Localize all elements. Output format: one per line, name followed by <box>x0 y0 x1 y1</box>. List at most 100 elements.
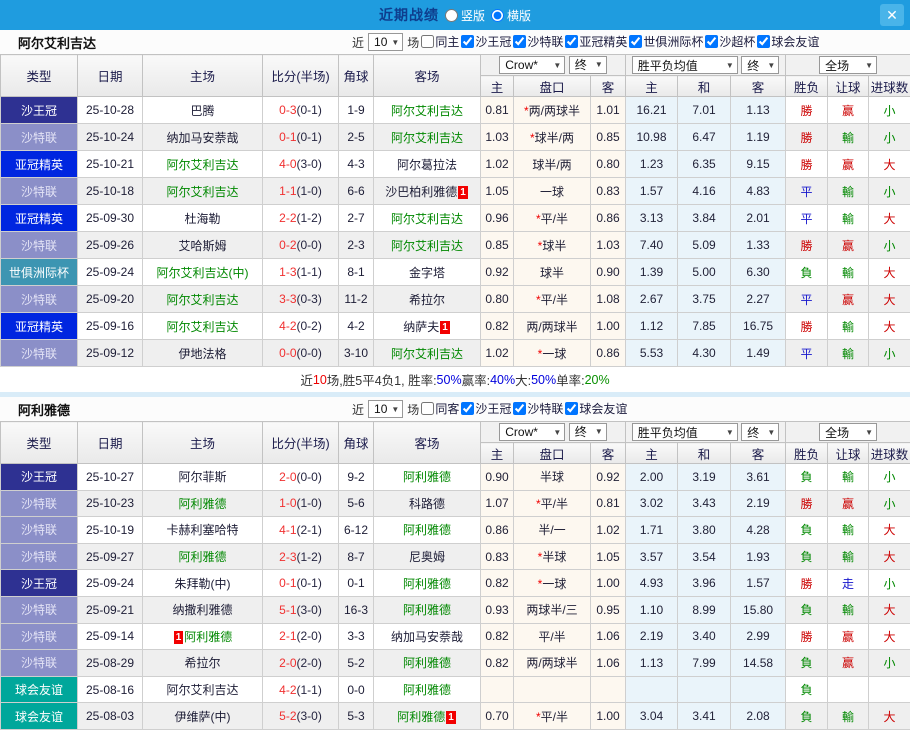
team-link[interactable]: 阿尔艾利吉达 <box>166 158 238 172</box>
checkbox-icon[interactable] <box>461 35 475 48</box>
team-link[interactable]: 阿利雅德 <box>403 603 451 617</box>
team-link[interactable]: 阿利雅德 <box>403 523 451 537</box>
match-count-select[interactable]: 10 ▼ <box>368 33 404 51</box>
checkbox-icon[interactable] <box>629 35 643 48</box>
date-cell: 25-10-28 <box>77 96 143 124</box>
team-link[interactable]: 希拉尔 <box>184 656 220 670</box>
team-link[interactable]: 阿利雅德 <box>397 710 445 724</box>
checkbox-icon[interactable] <box>513 35 527 48</box>
scope-select[interactable]: 全场 ▼ <box>819 423 878 441</box>
view-horizontal-radio[interactable]: 横版 <box>491 7 531 24</box>
filter-checkbox-沙王冠[interactable]: 沙王冠 <box>461 33 511 50</box>
avg-home-cell: 10.98 <box>625 123 679 151</box>
team-link[interactable]: 纳撒利雅德 <box>172 603 232 617</box>
home-team-cell: 纳撒利雅德 <box>142 595 263 624</box>
odds-period-select[interactable]: 终 ▼ <box>568 55 607 74</box>
result-goals-cell: 大 <box>868 204 910 232</box>
filter-checkbox-同客[interactable]: 同客 <box>421 400 459 417</box>
team-link[interactable]: 阿利雅德 <box>403 683 451 697</box>
checkbox-icon[interactable] <box>421 35 435 48</box>
team-link[interactable]: 阿利雅德 <box>178 550 226 564</box>
away-odds-cell: 0.86 <box>589 204 627 232</box>
team-link[interactable]: 朱拜勒(中) <box>175 577 231 591</box>
team-link[interactable]: 杜海勒 <box>184 212 220 226</box>
team-link[interactable]: 阿利雅德 <box>403 577 451 591</box>
radio-icon[interactable] <box>491 8 504 22</box>
team-link[interactable]: 阿利雅德 <box>403 470 451 484</box>
team-link[interactable]: 阿尔艾利吉达 <box>391 104 463 118</box>
home-team-cell: 阿尔菲斯 <box>142 463 263 491</box>
team-link[interactable]: 金字塔 <box>409 266 445 280</box>
checkbox-icon[interactable] <box>421 402 435 415</box>
filter-checkbox-沙特联[interactable]: 沙特联 <box>513 400 563 417</box>
team-link[interactable]: 阿尔艾利吉达 <box>166 185 238 199</box>
view-vertical-radio[interactable]: 竖版 <box>444 7 485 24</box>
team-link[interactable]: 伊地法格 <box>178 347 226 361</box>
checkbox-icon[interactable] <box>461 402 475 415</box>
chevron-down-icon: ▼ <box>391 37 400 47</box>
team-link[interactable]: 纳萨夫 <box>403 320 439 334</box>
checkbox-icon[interactable] <box>565 402 579 415</box>
avg-period-select[interactable]: 终 ▼ <box>741 56 780 74</box>
filter-checkbox-亚冠精英[interactable]: 亚冠精英 <box>565 33 627 50</box>
team-link[interactable]: 阿利雅德 <box>184 630 232 644</box>
team-link[interactable]: 纳加马安萘哉 <box>166 131 238 145</box>
score-cell: 0-1(0-1) <box>262 569 339 597</box>
team-link[interactable]: 纳加马安萘哉 <box>391 630 463 644</box>
match-table: 类型 日期 主场 比分(半场) 角球 客场 Crow* ▼ 终 ▼ 胜平负均值 ▼ 终… <box>0 54 910 367</box>
avg-period-select[interactable]: 终 ▼ <box>741 423 780 441</box>
checkbox-icon[interactable] <box>565 35 579 48</box>
team-link[interactable]: 阿尔葛拉法 <box>397 158 457 172</box>
bookmaker-select[interactable]: Crow* ▼ <box>499 56 566 75</box>
filter-checkbox-沙超杯[interactable]: 沙超杯 <box>705 33 755 50</box>
team-link[interactable]: 沙巴柏利雅德 <box>385 185 457 199</box>
bookmaker-select[interactable]: Crow* ▼ <box>499 423 566 442</box>
team-link[interactable]: 阿尔艾利吉达 <box>391 347 463 361</box>
team-link[interactable]: 希拉尔 <box>409 293 445 307</box>
team-link[interactable]: 科路德 <box>409 497 445 511</box>
handicap-cell: *半球 <box>513 542 591 571</box>
filter-checkbox-球会友谊[interactable]: 球会友谊 <box>757 33 819 50</box>
filter-checkbox-球会友谊[interactable]: 球会友谊 <box>565 400 627 417</box>
avg-away-cell: 2.27 <box>730 285 787 313</box>
team-link[interactable]: 阿利雅德 <box>403 656 451 670</box>
date-cell: 25-09-24 <box>77 258 143 286</box>
team-link[interactable]: 阿尔艾利吉达 <box>391 239 463 253</box>
avg-draw-cell: 6.47 <box>677 123 732 151</box>
close-button[interactable]: ✕ <box>880 4 904 26</box>
team-link[interactable]: 艾哈斯姆 <box>178 239 226 253</box>
avg-select[interactable]: 胜平负均值 ▼ <box>631 423 738 441</box>
score-cell: 0-3(0-1) <box>262 96 339 124</box>
filter-checkbox-世俱洲际杯[interactable]: 世俱洲际杯 <box>629 33 703 50</box>
team-link[interactable]: 尼奥姆 <box>409 550 445 564</box>
date-cell: 25-09-30 <box>77 204 143 232</box>
checkbox-icon[interactable] <box>513 402 527 415</box>
filter-checkbox-同主[interactable]: 同主 <box>421 33 459 50</box>
radio-icon[interactable] <box>444 8 458 22</box>
result-goals-cell <box>868 675 910 704</box>
team-section: 阿尔艾利吉达 近 10 ▼ 场 同主 沙王冠 沙特联 亚冠精英 世俱洲际杯 沙超杯 球会友谊 … <box>0 30 910 392</box>
scope-select[interactable]: 全场 ▼ <box>819 56 878 74</box>
odds-period-select[interactable]: 终 ▼ <box>568 422 607 441</box>
team-link[interactable]: 巴腾 <box>190 104 214 118</box>
filter-checkbox-沙王冠[interactable]: 沙王冠 <box>461 400 511 417</box>
team-link[interactable]: 阿尔艾利吉达 <box>166 320 238 334</box>
team-link[interactable]: 阿利雅德 <box>178 497 226 511</box>
team-link[interactable]: 阿尔艾利吉达 <box>391 131 463 145</box>
match-count-select[interactable]: 10 ▼ <box>368 400 404 418</box>
checkbox-icon[interactable] <box>705 35 719 48</box>
checkbox-icon[interactable] <box>757 35 771 48</box>
team-link[interactable]: 阿尔艾利吉达 <box>391 212 463 226</box>
avg-select[interactable]: 胜平负均值 ▼ <box>631 56 738 74</box>
team-link[interactable]: 阿尔艾利吉达(中) <box>157 266 249 280</box>
team-link[interactable]: 阿尔菲斯 <box>178 470 226 484</box>
avg-away-cell: 3.61 <box>730 463 787 491</box>
scope-group-header: 全场 ▼ <box>785 54 910 76</box>
result-handicap-cell: 赢 <box>827 231 870 259</box>
chevron-down-icon: ▼ <box>865 427 874 437</box>
team-link[interactable]: 阿尔艾利吉达 <box>166 683 238 697</box>
team-link[interactable]: 卡赫利塞哈特 <box>166 523 238 537</box>
team-link[interactable]: 伊维萨(中) <box>175 710 231 724</box>
team-link[interactable]: 阿尔艾利吉达 <box>166 293 238 307</box>
filter-checkbox-沙特联[interactable]: 沙特联 <box>513 33 563 50</box>
